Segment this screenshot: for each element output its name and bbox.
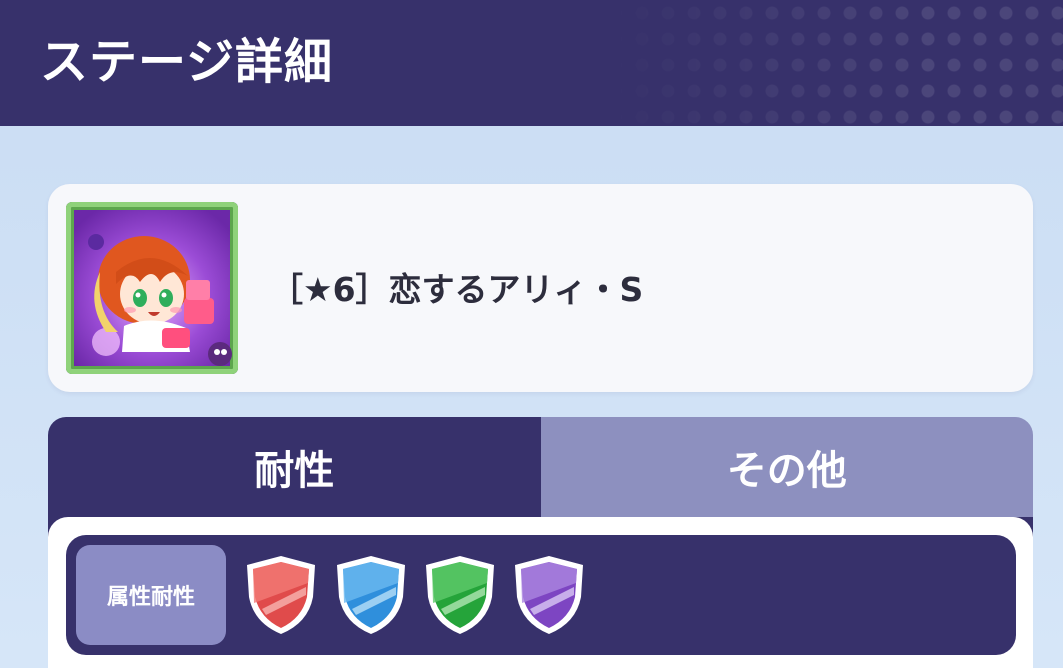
attribute-resistance-row: 属性耐性 <box>66 535 1016 655</box>
page-title: ステージ詳細 <box>40 34 334 90</box>
stage-card: ［★6］恋するアリィ・S <box>48 184 1033 392</box>
tab-resistance[interactable]: 耐性 <box>48 417 541 517</box>
header-bar: ステージ詳細 <box>0 0 1063 126</box>
header-dot-pattern <box>603 0 1063 126</box>
red-shield-icon <box>247 556 315 634</box>
purple-shield-icon <box>515 556 583 634</box>
attribute-resistance-label: 属性耐性 <box>76 545 226 645</box>
stage-name: ［★6］恋するアリィ・S <box>270 270 644 309</box>
green-shield-icon <box>426 556 494 634</box>
tab-other[interactable]: その他 <box>540 417 1033 517</box>
blue-shield-icon <box>337 556 405 634</box>
tab-bar: 耐性 その他 <box>48 417 1033 517</box>
character-portrait-icon[interactable] <box>66 202 238 374</box>
resistance-panel: 属性耐性 <box>48 517 1033 668</box>
